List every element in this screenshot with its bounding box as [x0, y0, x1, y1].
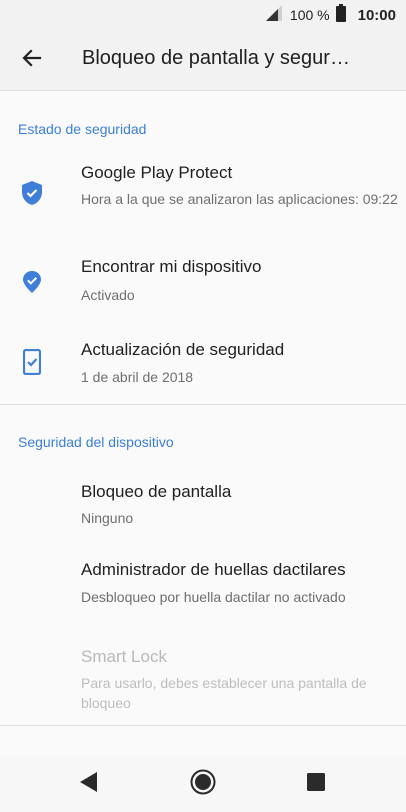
list-item-smart-lock: Smart Lock Para usarlo, debes establecer…	[0, 633, 406, 713]
clock: 10:00	[357, 6, 396, 24]
list-item-title: Google Play Protect	[81, 163, 233, 182]
section-divider	[0, 725, 406, 726]
screen: 100 % 10:00 Bloqueo de pantalla y segur……	[0, 0, 406, 812]
list-item-subtitle: 1 de abril de 2018	[81, 369, 194, 385]
list-item-title: Bloqueo de pantalla	[81, 482, 232, 501]
nav-recents-icon	[307, 772, 325, 796]
phone-check-icon	[18, 348, 46, 376]
list-item-subtitle: Ninguno	[81, 510, 134, 526]
back-button[interactable]	[12, 40, 52, 80]
list-item-subtitle: Para usarlo, debes establecer una pantal…	[81, 675, 367, 711]
nav-back-button[interactable]	[72, 767, 106, 801]
list-item-subtitle: Activado	[81, 287, 135, 303]
section-header-device-security: Seguridad del dispositivo	[18, 434, 174, 450]
list-item-google-play-protect[interactable]: Google Play Protect Hora a la que se ana…	[0, 151, 406, 235]
page-title: Bloqueo de pantalla y segur…	[82, 47, 350, 69]
list-item-subtitle: Desbloqueo por huella dactilar no activa…	[81, 589, 346, 605]
list-item-title: Actualización de seguridad	[81, 340, 285, 359]
nav-recents-button[interactable]	[299, 767, 333, 801]
nav-back-icon	[79, 771, 99, 798]
list-item-security-update[interactable]: Actualización de seguridad 1 de abril de…	[0, 326, 406, 396]
battery-icon	[335, 3, 346, 27]
section-header-security-status: Estado de seguridad	[18, 121, 147, 137]
list-item-subtitle: Hora a la que se analizaron las aplicaci…	[81, 191, 398, 207]
list-item-title: Smart Lock	[81, 647, 167, 666]
list-item-find-my-device[interactable]: Encontrar mi dispositivo Activado	[0, 243, 406, 313]
settings-list: Estado de seguridad Google Play Protect …	[0, 91, 406, 755]
list-item-fingerprint-manager[interactable]: Administrador de huellas dactilares Desb…	[0, 547, 406, 617]
status-bar: 100 % 10:00	[0, 0, 406, 30]
list-item-screen-lock[interactable]: Bloqueo de pantalla Ninguno	[0, 468, 406, 538]
arrow-back-icon	[22, 48, 42, 73]
nav-home-button[interactable]	[186, 767, 220, 801]
section-divider	[0, 404, 406, 405]
status-icons: 100 % 10:00	[265, 3, 396, 27]
nav-home-icon	[190, 769, 216, 800]
list-item-title: Administrador de huellas dactilares	[81, 560, 346, 579]
navigation-bar	[0, 755, 406, 812]
shield-check-icon	[18, 179, 46, 207]
location-check-icon	[18, 268, 46, 296]
battery-percent: 100 %	[289, 7, 330, 23]
signal-icon	[265, 4, 284, 26]
list-item-title: Encontrar mi dispositivo	[81, 257, 262, 276]
app-bar: Bloqueo de pantalla y segur…	[0, 30, 406, 91]
